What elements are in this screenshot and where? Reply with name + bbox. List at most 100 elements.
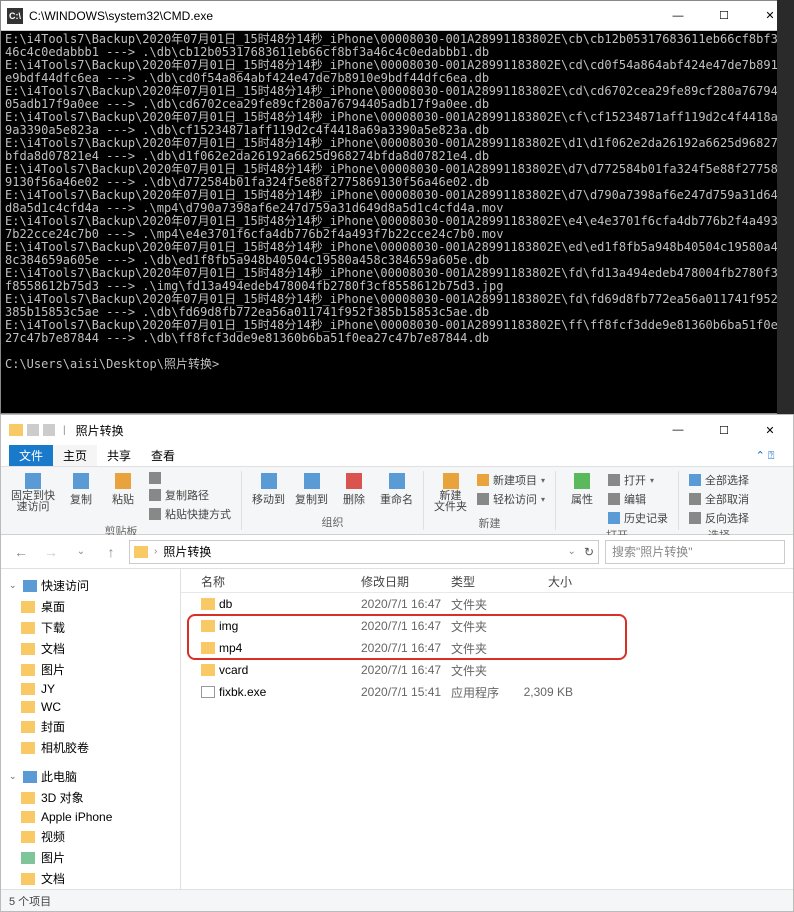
select-none-button[interactable]: 全部取消 (685, 490, 753, 508)
copy-button[interactable]: 复制 (61, 471, 101, 509)
pin-icon (25, 473, 41, 489)
maximize-button[interactable]: ☐ (701, 415, 747, 445)
file-list[interactable]: 名称 修改日期 类型 大小 db2020/7/1 16:47文件夹img2020… (181, 569, 793, 889)
cut-button[interactable] (145, 471, 235, 485)
toolbar-icon[interactable] (27, 424, 39, 436)
tab-view[interactable]: 查看 (141, 445, 185, 466)
select-all-icon (689, 474, 701, 486)
sidebar-item[interactable]: 3D 对象 (1, 787, 180, 808)
edit-button[interactable]: 编辑 (604, 490, 672, 508)
folder-icon (21, 622, 35, 634)
history-icon (608, 512, 620, 524)
cmd-window: C:\ C:\WINDOWS\system32\CMD.exe — ☐ ✕ E:… (0, 0, 794, 414)
select-none-icon (689, 493, 701, 505)
back-button[interactable]: ← (9, 540, 33, 564)
sidebar-item[interactable]: 封面 (1, 716, 180, 737)
copy-icon (73, 473, 89, 489)
copyto-button[interactable]: 复制到 (291, 471, 332, 509)
file-row[interactable]: db2020/7/1 16:47文件夹 (181, 593, 793, 615)
recent-button[interactable]: ⌄ (69, 540, 93, 564)
file-row[interactable]: fixbk.exe2020/7/1 15:41应用程序2,309 KB (181, 681, 793, 703)
help-button[interactable]: ⌃ ⍰ (745, 449, 785, 463)
ribbon-group-clipboard: 固定到快 速访问 复制 粘贴 复制路径 粘贴快捷方式 剪贴板 (1, 471, 242, 530)
open-button[interactable]: 打开▾ (604, 471, 672, 489)
shortcut-icon (149, 508, 161, 520)
close-button[interactable]: ✕ (747, 415, 793, 445)
edit-icon (608, 493, 620, 505)
sidebar-item[interactable]: 文档 (1, 868, 180, 889)
drive-icon (21, 873, 35, 885)
folder-icon (134, 546, 148, 558)
moveto-button[interactable]: 移动到 (248, 471, 289, 509)
navigation-pane[interactable]: ⌄快速访问 桌面下载文档图片JYWC封面相机胶卷 ⌄此电脑 3D 对象Apple… (1, 569, 181, 889)
column-date[interactable]: 修改日期 (353, 569, 443, 592)
delete-button[interactable]: 删除 (334, 471, 374, 509)
new-item-button[interactable]: 新建项目▾ (473, 471, 549, 489)
ribbon: 固定到快 速访问 复制 粘贴 复制路径 粘贴快捷方式 剪贴板 移动到 复制到 删… (1, 467, 793, 535)
folder-icon (21, 683, 35, 695)
select-all-button[interactable]: 全部选择 (685, 471, 753, 489)
exe-icon (201, 686, 215, 698)
file-row[interactable]: img2020/7/1 16:47文件夹 (181, 615, 793, 637)
column-type[interactable]: 类型 (443, 569, 511, 592)
invert-button[interactable]: 反向选择 (685, 509, 753, 527)
folder-icon (21, 721, 35, 733)
column-size[interactable]: 大小 (511, 569, 581, 592)
address-bar: ← → ⌄ ↑ › 照片转换 ⌄ ↻ 搜索"照片转换" (1, 535, 793, 569)
search-input[interactable]: 搜索"照片转换" (605, 540, 785, 564)
minimize-button[interactable]: — (655, 1, 701, 31)
moveto-icon (261, 473, 277, 489)
sidebar-item[interactable]: 文档 (1, 638, 180, 659)
separator: | (63, 425, 66, 436)
separator: › (154, 546, 157, 557)
breadcrumb-item[interactable]: 照片转换 (159, 543, 215, 560)
sidebar-quick-access[interactable]: ⌄快速访问 (1, 575, 180, 596)
breadcrumb[interactable]: › 照片转换 ⌄ ↻ (129, 540, 599, 564)
sidebar-item[interactable]: 图片 (1, 847, 180, 868)
tab-file[interactable]: 文件 (9, 445, 53, 466)
explorer-titlebar[interactable]: | 照片转换 — ☐ ✕ (1, 415, 793, 445)
paste-button[interactable]: 粘贴 (103, 471, 143, 509)
folder-icon (21, 742, 35, 754)
folder-icon (201, 642, 215, 654)
history-button[interactable]: 历史记录 (604, 509, 672, 527)
tab-share[interactable]: 共享 (97, 445, 141, 466)
file-row[interactable]: mp42020/7/1 16:47文件夹 (181, 637, 793, 659)
minimize-button[interactable]: — (655, 415, 701, 445)
sidebar-item[interactable]: WC (1, 698, 180, 716)
dropdown-icon[interactable]: ⌄ (568, 546, 576, 557)
forward-button[interactable]: → (39, 540, 63, 564)
cmd-icon: C:\ (7, 8, 23, 24)
maximize-button[interactable]: ☐ (701, 1, 747, 31)
cmd-titlebar[interactable]: C:\ C:\WINDOWS\system32\CMD.exe — ☐ ✕ (1, 1, 793, 31)
sidebar-item[interactable]: 图片 (1, 659, 180, 680)
sidebar-item[interactable]: JY (1, 680, 180, 698)
tab-home[interactable]: 主页 (53, 445, 97, 466)
easy-access-button[interactable]: 轻松访问▾ (473, 490, 549, 508)
quick-access-toolbar: | (9, 424, 70, 436)
cmd-output[interactable]: E:\i4Tools7\Backup\2020年07月01日_15时48分14秒… (1, 31, 793, 413)
sidebar-item[interactable]: 相机胶卷 (1, 737, 180, 758)
refresh-button[interactable]: ↻ (584, 545, 594, 559)
paste-shortcut-button[interactable]: 粘贴快捷方式 (145, 505, 235, 523)
copy-path-button[interactable]: 复制路径 (145, 486, 235, 504)
toolbar-icon[interactable] (43, 424, 55, 436)
sidebar-item[interactable]: 视频 (1, 826, 180, 847)
new-folder-button[interactable]: 新建 文件夹 (430, 471, 471, 515)
new-folder-icon (443, 473, 459, 489)
sidebar-this-pc[interactable]: ⌄此电脑 (1, 766, 180, 787)
rename-button[interactable]: 重命名 (376, 471, 417, 509)
pin-button[interactable]: 固定到快 速访问 (7, 471, 59, 515)
group-label: 新建 (430, 515, 549, 531)
drive-icon (21, 852, 35, 864)
sidebar-item[interactable]: Apple iPhone (1, 808, 180, 826)
ribbon-group-organize: 移动到 复制到 删除 重命名 组织 (242, 471, 424, 530)
cmd-title: C:\WINDOWS\system32\CMD.exe (29, 9, 655, 23)
sidebar-item[interactable]: 下载 (1, 617, 180, 638)
column-name[interactable]: 名称 (193, 569, 353, 592)
sidebar-item[interactable]: 桌面 (1, 596, 180, 617)
ribbon-group-select: 全部选择 全部取消 反向选择 选择 (679, 471, 759, 530)
properties-button[interactable]: 属性 (562, 471, 602, 509)
up-button[interactable]: ↑ (99, 540, 123, 564)
file-row[interactable]: vcard2020/7/1 16:47文件夹 (181, 659, 793, 681)
